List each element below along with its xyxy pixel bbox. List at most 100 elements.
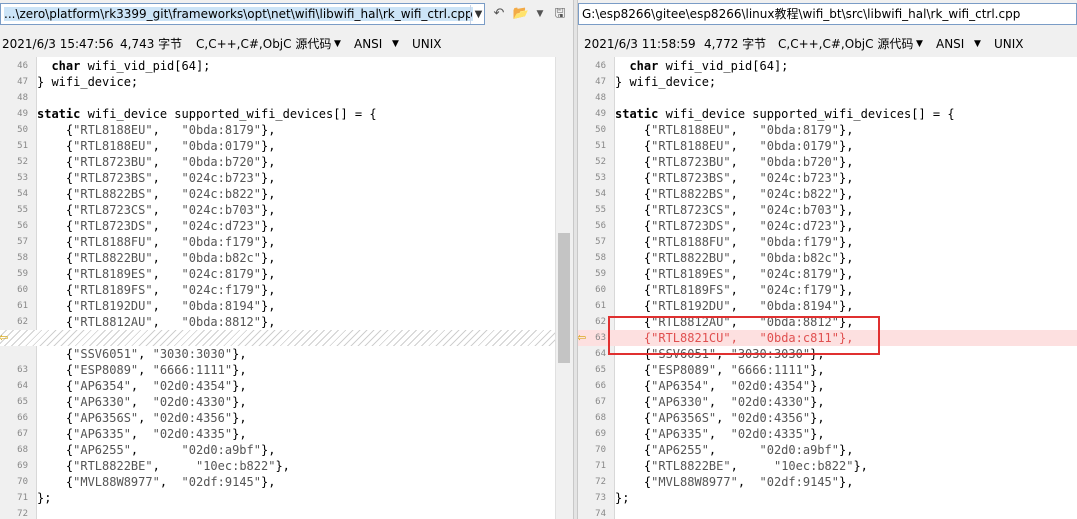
diff-arrow-icon[interactable]: ⇦ xyxy=(578,332,591,344)
code-text: {"RTL8821CU", "0bda:c811"}, xyxy=(615,331,854,345)
code-line: 61 {"RTL8192DU", "0bda:8194"}, xyxy=(0,298,573,314)
code-line: 70 {"MVL88W8977", "02df:9145"}, xyxy=(0,474,573,490)
save-icon[interactable]: 🖫 xyxy=(551,4,569,24)
code-line: 66 {"AP6354", "02d0:4354"}, xyxy=(578,378,1077,394)
code-text: {"RTL8188EU", "0bda:8179"}, xyxy=(615,123,854,137)
code-line: 52 {"RTL8723BU", "0bda:b720"}, xyxy=(578,154,1077,170)
code-text: {"RTL8822BU", "0bda:b82c"}, xyxy=(615,251,854,265)
code-text: {"RTL8189FS", "024c:f179"}, xyxy=(37,283,276,297)
chevron-down-icon[interactable]: ▼ xyxy=(334,33,341,55)
chevron-down-icon[interactable]: ▼ xyxy=(392,33,399,55)
line-number: 65 xyxy=(595,365,606,375)
left-path-input[interactable]: ...\zero\platform\rk3399_git\frameworks\… xyxy=(0,3,485,25)
undo-icon[interactable]: ↶ xyxy=(490,4,508,24)
code-line: 73}; xyxy=(578,490,1077,506)
line-number: 72 xyxy=(17,509,28,519)
line-number: 71 xyxy=(595,461,606,471)
code-text: {"RTL8723CS", "024c:b703"}, xyxy=(37,203,276,217)
chevron-down-icon[interactable]: ▼ xyxy=(974,33,981,55)
code-line: 50 {"RTL8188EU", "0bda:8179"}, xyxy=(0,122,573,138)
code-text: {"RTL8812AU", "0bda:8812"}, xyxy=(615,315,854,329)
line-number: 67 xyxy=(17,429,28,439)
code-text: {"AP6255", "02d0:a9bf"}, xyxy=(37,443,276,457)
line-number: 46 xyxy=(17,61,28,71)
code-line: 49 static wifi_device supported_wifi_devi… xyxy=(0,106,573,122)
code-text: {"AP6356S", "02d0:4356"}, xyxy=(37,411,247,425)
line-number: 68 xyxy=(595,413,606,423)
code-line: 52 {"RTL8723BU", "0bda:b720"}, xyxy=(0,154,573,170)
code-line: 62 {"RTL8812AU", "0bda:8812"}, xyxy=(0,314,573,330)
diff-arrow-icon[interactable]: ⇦ xyxy=(0,332,13,344)
code-text: {"RTL8723DS", "024c:d723"}, xyxy=(615,219,854,233)
chevron-down-icon[interactable]: ▼ xyxy=(916,33,923,55)
line-number: 56 xyxy=(595,221,606,231)
line-number: 57 xyxy=(17,237,28,247)
code-line: 48 xyxy=(0,90,573,106)
line-number: 69 xyxy=(595,429,606,439)
code-line: 70 {"AP6255", "02d0:a9bf"}, xyxy=(578,442,1077,458)
line-number: 55 xyxy=(17,205,28,215)
code-line: 46 char wifi_vid_pid[64]; xyxy=(578,58,1077,74)
line-number: 62 xyxy=(17,317,28,327)
left-editor[interactable]: 46 char wifi_vid_pid[64]; 47} wifi_device… xyxy=(0,57,573,519)
right-filetype[interactable]: C,C++,C#,ObjC 源代码 xyxy=(778,33,913,55)
line-number: 74 xyxy=(595,509,606,519)
line-number: 51 xyxy=(17,141,28,151)
right-path-text: G:\esp8266\gitee\esp8266\linux教程\wifi_bt… xyxy=(582,7,1021,21)
code-text: {"RTL8188FU", "0bda:f179"}, xyxy=(615,235,854,249)
line-number: 70 xyxy=(17,477,28,487)
code-line: 51 {"RTL8188EU", "0bda:0179"}, xyxy=(0,138,573,154)
line-number: 54 xyxy=(17,189,28,199)
left-filetype[interactable]: C,C++,C#,ObjC 源代码 xyxy=(196,33,331,55)
code-line: 66 {"AP6356S", "02d0:4356"}, xyxy=(0,410,573,426)
left-line-ending[interactable]: UNIX xyxy=(412,33,442,55)
code-text: char wifi_vid_pid[64]; xyxy=(629,59,789,73)
code-line: 74 xyxy=(578,506,1077,519)
code-line: 60 {"RTL8189FS", "024c:f179"}, xyxy=(0,282,573,298)
code-line: 71 {"RTL8822BE", "10ec:b822"}, xyxy=(578,458,1077,474)
right-line-ending[interactable]: UNIX xyxy=(994,33,1024,55)
code-text: static wifi_device supported_wifi_device… xyxy=(615,107,955,121)
line-number: 48 xyxy=(17,93,28,103)
code-text: {"RTL8188FU", "0bda:f179"}, xyxy=(37,235,276,249)
right-pane: G:\esp8266\gitee\esp8266\linux教程\wifi_bt… xyxy=(578,0,1077,519)
code-text: {"RTL8822BE", "10ec:b822"}, xyxy=(37,459,290,473)
code-line: 68 {"AP6255", "02d0:a9bf"}, xyxy=(0,442,573,458)
line-number: 48 xyxy=(595,93,606,103)
line-number: 63 xyxy=(17,365,28,375)
code-text: {"RTL8822BE", "10ec:b822"}, xyxy=(615,459,868,473)
code-line: 47} wifi_device; xyxy=(578,74,1077,90)
code-text: } wifi_device; xyxy=(615,75,717,89)
line-number: 69 xyxy=(17,461,28,471)
left-pane: ...\zero\platform\rk3399_git\frameworks\… xyxy=(0,0,573,519)
line-number: 52 xyxy=(595,157,606,167)
code-line: 49 static wifi_device supported_wifi_devi… xyxy=(578,106,1077,122)
right-path-input[interactable]: G:\esp8266\gitee\esp8266\linux教程\wifi_bt… xyxy=(578,3,1077,25)
line-number: 58 xyxy=(595,253,606,263)
code-line: 62 {"RTL8812AU", "0bda:8812"}, xyxy=(578,314,1077,330)
chevron-down-icon[interactable]: ▼ xyxy=(531,4,549,24)
code-line: 63 {"ESP8089", "6666:1111"}, xyxy=(0,362,573,378)
code-line: 68 {"AP6356S", "02d0:4356"}, xyxy=(578,410,1077,426)
line-number: 65 xyxy=(17,397,28,407)
line-number: 54 xyxy=(595,189,606,199)
code-line: 59 {"RTL8189ES", "024c:8179"}, xyxy=(578,266,1077,282)
left-scrollbar[interactable] xyxy=(555,57,573,519)
open-folder-icon[interactable]: 📂 xyxy=(512,4,530,24)
line-number: 59 xyxy=(595,269,606,279)
chevron-down-icon[interactable]: ▼ xyxy=(470,5,484,24)
code-text: {"RTL8723BS", "024c:b723"}, xyxy=(37,171,276,185)
line-number: 60 xyxy=(595,285,606,295)
right-path-row: G:\esp8266\gitee\esp8266\linux教程\wifi_bt… xyxy=(578,3,1077,27)
left-encoding[interactable]: ANSI xyxy=(354,33,382,55)
code-text: {"RTL8822BU", "0bda:b82c"}, xyxy=(37,251,276,265)
code-line: 58 {"RTL8822BU", "0bda:b82c"}, xyxy=(578,250,1077,266)
code-text: {"RTL8189FS", "024c:f179"}, xyxy=(615,283,854,297)
code-line: 53 {"RTL8723BS", "024c:b723"}, xyxy=(0,170,573,186)
right-editor[interactable]: 46 char wifi_vid_pid[64]; 47} wifi_device… xyxy=(578,57,1077,519)
right-encoding[interactable]: ANSI xyxy=(936,33,964,55)
line-number: 58 xyxy=(17,253,28,263)
code-text: {"AP6335", "02d0:4335"}, xyxy=(615,427,825,441)
code-line: 72 xyxy=(0,506,573,519)
scrollbar-thumb[interactable] xyxy=(558,233,570,363)
